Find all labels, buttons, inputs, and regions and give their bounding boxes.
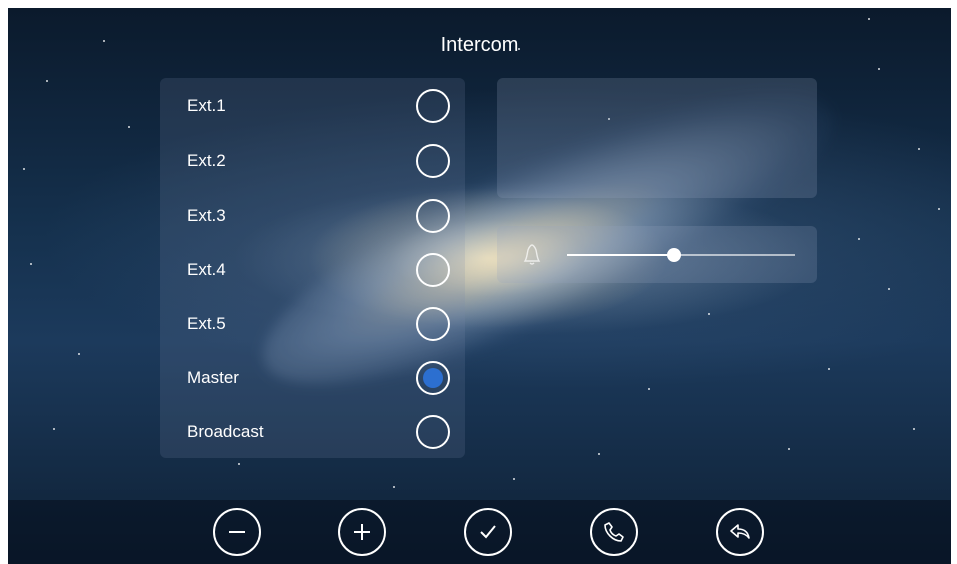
extension-row-ext3[interactable]: Ext.3: [160, 188, 465, 243]
extension-row-ext1[interactable]: Ext.1: [160, 78, 465, 133]
extension-label: Ext.1: [187, 95, 226, 115]
bottom-toolbar: [8, 500, 951, 564]
radio-button[interactable]: [416, 198, 450, 233]
radio-button[interactable]: [416, 360, 450, 395]
extension-label: Ext.2: [187, 150, 226, 170]
extension-label: Master: [187, 367, 239, 387]
volume-slider[interactable]: [567, 248, 795, 262]
extension-row-master[interactable]: Master: [160, 350, 465, 405]
video-preview-panel: [497, 78, 817, 198]
plus-button[interactable]: [338, 508, 386, 556]
radio-button[interactable]: [416, 414, 450, 449]
radio-button[interactable]: [416, 306, 450, 341]
extension-list: Ext.1 Ext.2 Ext.3 Ext.4 Ext.5 Master Bro…: [160, 78, 465, 458]
volume-slider-handle[interactable]: [667, 248, 682, 262]
intercom-screen: Intercom Ext.1 Ext.2 Ext.3 Ext.4 Ext.5 M…: [8, 8, 951, 564]
radio-button[interactable]: [416, 88, 450, 123]
minus-icon: [229, 531, 245, 533]
extension-label: Ext.5: [187, 313, 226, 333]
minus-button[interactable]: [213, 508, 261, 556]
call-button[interactable]: [590, 508, 638, 556]
back-icon: [730, 524, 750, 539]
extension-label: Ext.4: [187, 259, 226, 279]
volume-panel: [497, 226, 817, 283]
radio-button[interactable]: [416, 143, 450, 178]
extension-row-ext4[interactable]: Ext.4: [160, 242, 465, 297]
page-title: Intercom: [440, 34, 519, 56]
extension-row-ext5[interactable]: Ext.5: [160, 296, 465, 351]
radio-button[interactable]: [416, 252, 450, 287]
back-button[interactable]: [716, 508, 764, 556]
extension-row-ext2[interactable]: Ext.2: [160, 133, 465, 188]
check-icon: [480, 525, 496, 539]
extension-row-broadcast[interactable]: Broadcast: [160, 404, 465, 459]
phone-icon: [604, 522, 624, 542]
plus-icon: [354, 524, 370, 540]
confirm-button[interactable]: [464, 508, 512, 556]
bell-icon: [523, 244, 541, 265]
extension-label: Ext.3: [187, 205, 226, 225]
extension-label: Broadcast: [187, 421, 264, 441]
volume-slider-fill: [567, 254, 675, 256]
